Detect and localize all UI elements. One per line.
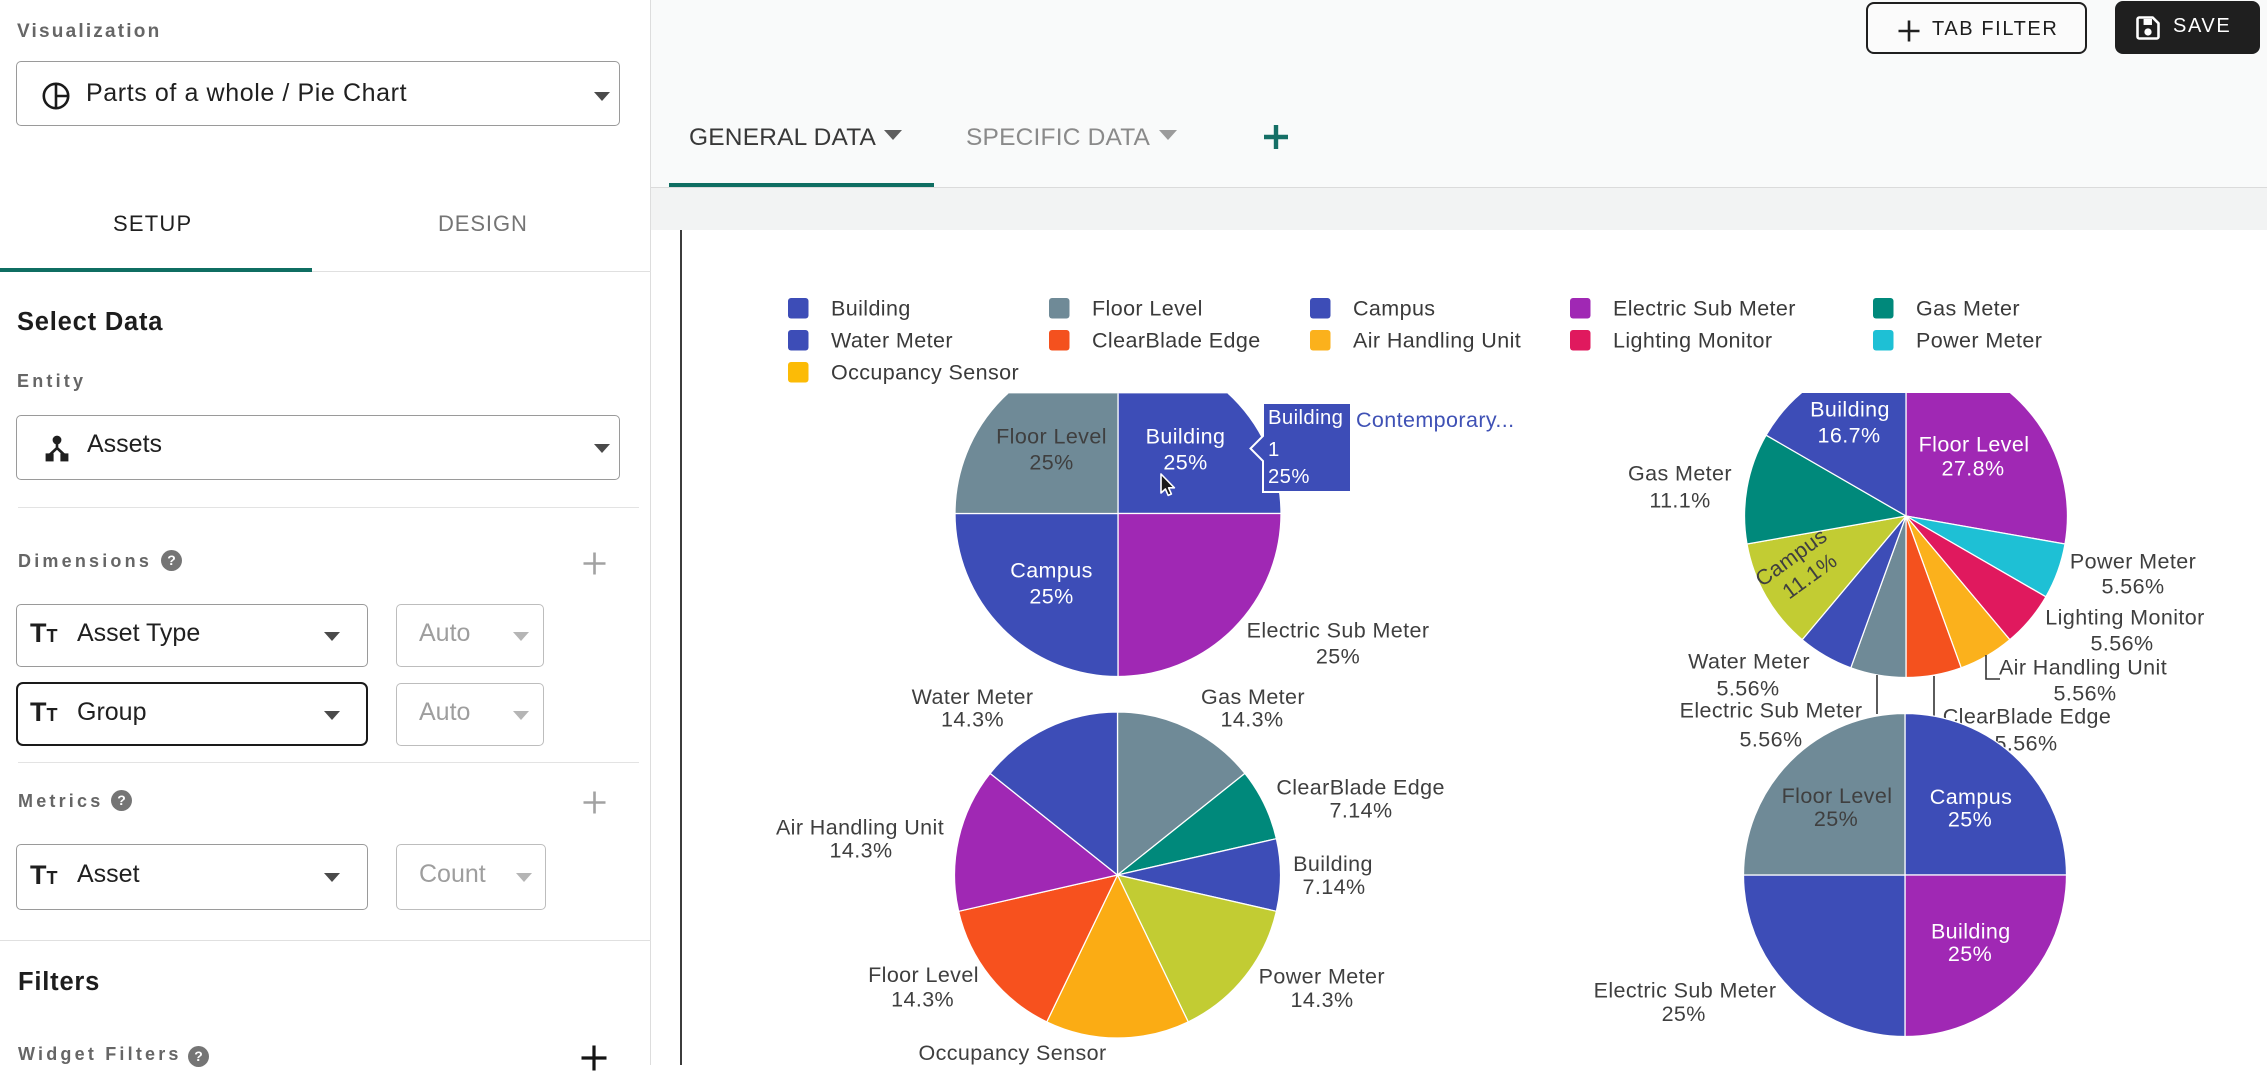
svg-text:Floor Level: Floor Level — [996, 425, 1107, 449]
svg-text:Power Meter: Power Meter — [1916, 329, 2042, 353]
svg-text:Occupancy Sensor: Occupancy Sensor — [831, 361, 1019, 385]
svg-text:25%: 25% — [1662, 1002, 1706, 1026]
svg-text:Electric Sub Meter: Electric Sub Meter — [1247, 619, 1430, 643]
svg-text:5.56%: 5.56% — [2102, 575, 2165, 599]
svg-text:Electric Sub Meter: Electric Sub Meter — [1594, 979, 1777, 1003]
svg-text:25%: 25% — [1163, 451, 1207, 475]
svg-text:Power Meter: Power Meter — [1259, 965, 1385, 989]
svg-text:25%: 25% — [1029, 585, 1073, 609]
svg-text:ClearBlade Edge: ClearBlade Edge — [1943, 705, 2112, 729]
svg-text:Building: Building — [1146, 425, 1226, 449]
svg-text:25%: 25% — [1948, 942, 1992, 966]
svg-text:7.14%: 7.14% — [1303, 875, 1366, 899]
svg-text:Electric Sub Meter: Electric Sub Meter — [1680, 699, 1863, 723]
svg-text:5.56%: 5.56% — [2054, 682, 2117, 706]
svg-text:25%: 25% — [1029, 451, 1073, 475]
svg-text:ClearBlade Edge: ClearBlade Edge — [1276, 776, 1445, 800]
svg-text:Gas Meter: Gas Meter — [1916, 297, 2020, 321]
svg-text:Water Meter: Water Meter — [1688, 650, 1810, 674]
svg-text:Campus: Campus — [1353, 297, 1435, 321]
svg-text:14.3%: 14.3% — [891, 987, 954, 1011]
svg-text:7.14%: 7.14% — [1330, 799, 1393, 823]
svg-text:27.8%: 27.8% — [1942, 457, 2005, 481]
svg-text:25%: 25% — [1814, 807, 1858, 831]
svg-text:25%: 25% — [1316, 645, 1360, 669]
svg-text:Air Handling Unit: Air Handling Unit — [1353, 329, 1521, 353]
svg-text:Occupancy Sensor: Occupancy Sensor — [918, 1041, 1106, 1065]
svg-text:25%: 25% — [1948, 808, 1992, 832]
svg-text:5.56%: 5.56% — [1717, 677, 1780, 701]
svg-text:Campus: Campus — [1930, 785, 2012, 809]
svg-text:Power Meter: Power Meter — [2070, 550, 2196, 574]
svg-text:Water Meter: Water Meter — [831, 329, 953, 353]
svg-text:Lighting Monitor: Lighting Monitor — [1613, 329, 1772, 353]
svg-text:Floor Level: Floor Level — [1092, 297, 1203, 321]
svg-text:Electric Sub Meter: Electric Sub Meter — [1613, 297, 1796, 321]
svg-text:Building: Building — [1810, 398, 1890, 422]
svg-text:14.3%: 14.3% — [1221, 708, 1284, 732]
svg-text:Contemporary...: Contemporary... — [1356, 408, 1515, 432]
svg-text:Building: Building — [831, 297, 911, 321]
svg-text:Campus: Campus — [1010, 559, 1092, 583]
svg-text:Air Handling Unit: Air Handling Unit — [1999, 656, 2167, 680]
svg-text:ClearBlade Edge: ClearBlade Edge — [1092, 329, 1261, 353]
svg-text:14.3%: 14.3% — [1291, 988, 1354, 1012]
svg-text:Floor Level: Floor Level — [1782, 784, 1893, 808]
svg-text:1: 1 — [1268, 439, 1280, 461]
svg-text:14.3%: 14.3% — [830, 838, 893, 862]
svg-text:Gas Meter: Gas Meter — [1628, 462, 1732, 486]
svg-text:Building: Building — [1268, 407, 1343, 429]
svg-text:14.3%: 14.3% — [941, 708, 1004, 732]
svg-text:Gas Meter: Gas Meter — [1201, 685, 1305, 709]
svg-text:25%: 25% — [1268, 466, 1310, 488]
svg-text:Water Meter: Water Meter — [912, 685, 1034, 709]
svg-text:Air Handling Unit: Air Handling Unit — [776, 815, 944, 839]
svg-text:Building: Building — [1293, 852, 1373, 876]
svg-text:5.56%: 5.56% — [1740, 728, 1803, 752]
svg-text:11.1%: 11.1% — [1649, 489, 1710, 513]
svg-text:Building: Building — [1931, 920, 2011, 944]
svg-text:16.7%: 16.7% — [1818, 424, 1881, 448]
svg-text:5.56%: 5.56% — [2091, 632, 2154, 656]
svg-text:Floor Level: Floor Level — [1919, 433, 2030, 457]
svg-text:Floor Level: Floor Level — [868, 963, 979, 987]
svg-text:Lighting Monitor: Lighting Monitor — [2045, 606, 2204, 630]
